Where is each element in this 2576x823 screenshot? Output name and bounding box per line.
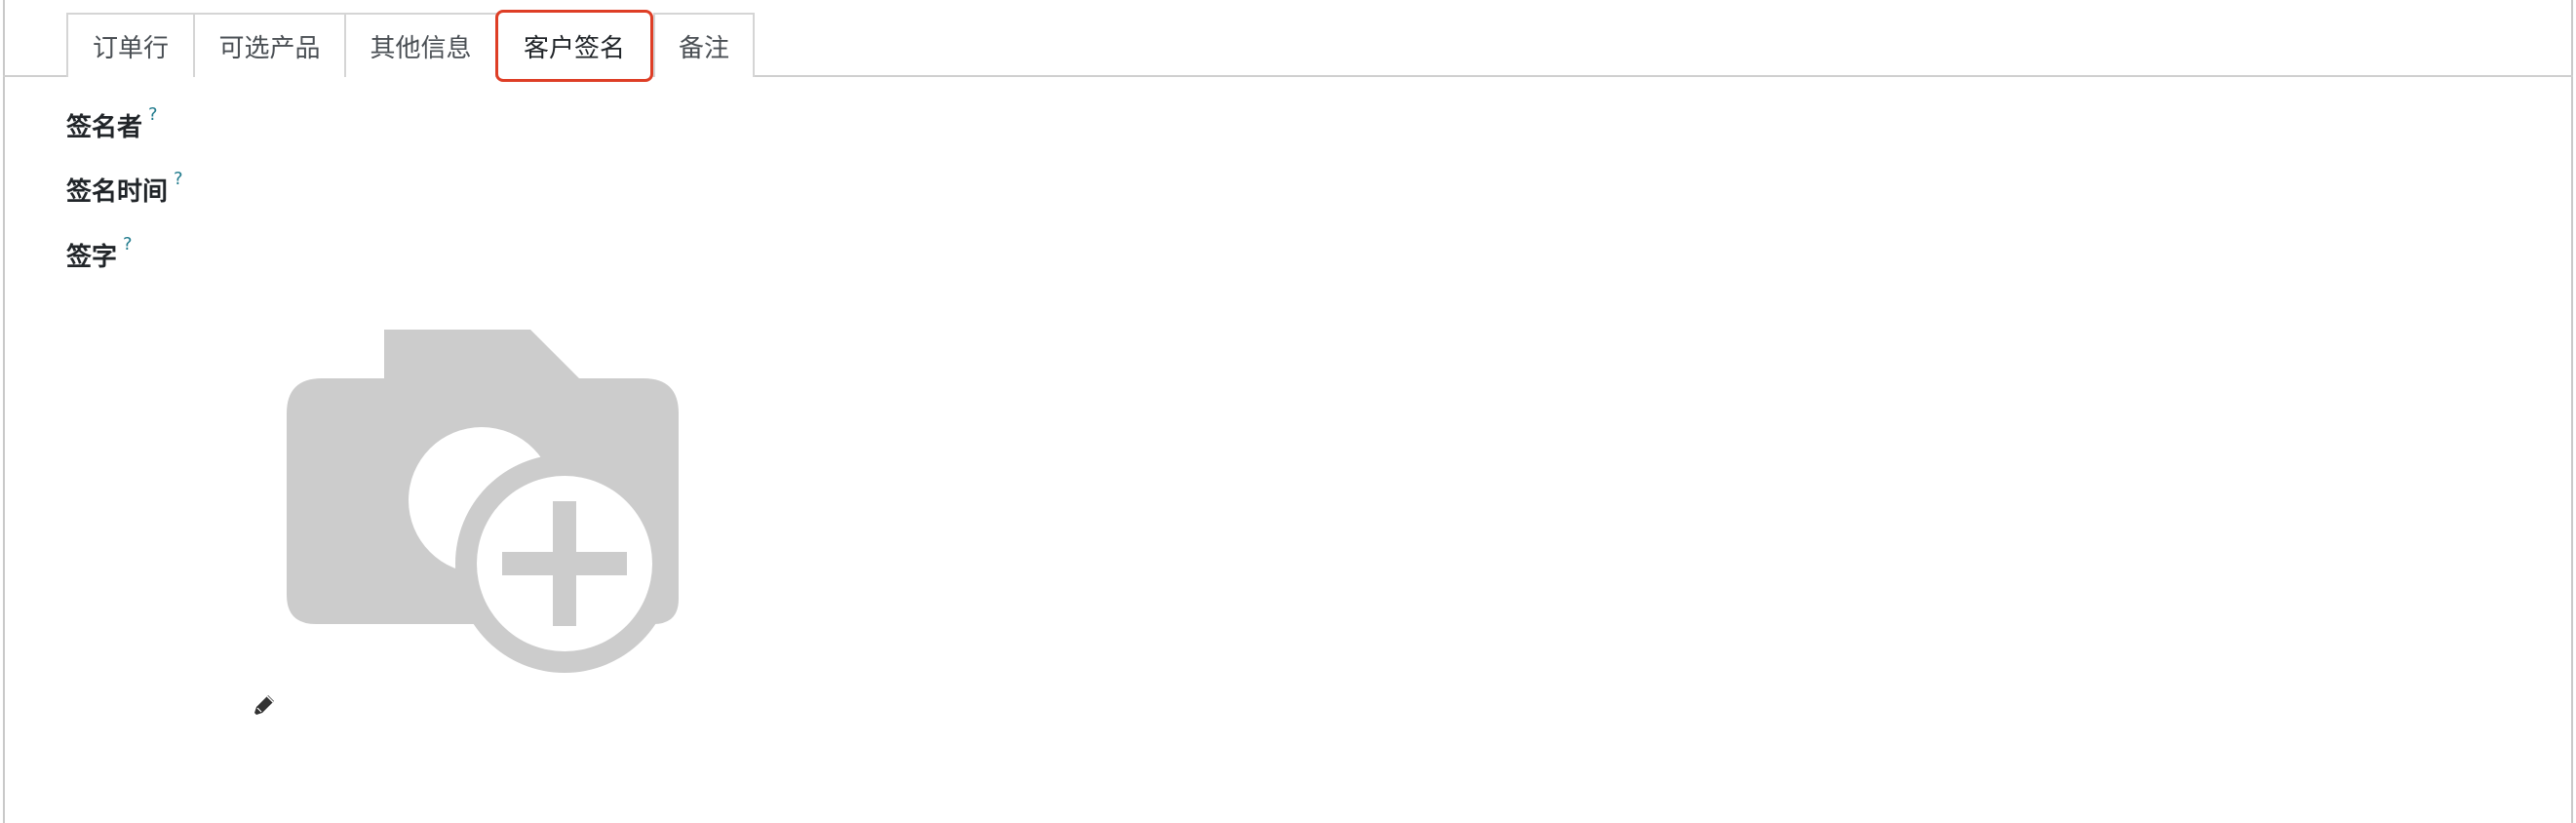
signature-text: 签字 bbox=[66, 243, 118, 272]
tab-order-lines[interactable]: 订单行 bbox=[66, 13, 195, 77]
tab-customer-signature[interactable]: 客户签名 bbox=[495, 10, 653, 82]
signed-by-text: 签名者 bbox=[66, 113, 143, 142]
tab-optional-products[interactable]: 可选产品 bbox=[193, 13, 346, 77]
sheet-left-border bbox=[3, 0, 5, 823]
signed-on-label: 签名时间? bbox=[66, 169, 183, 208]
signature-help-icon[interactable]: ? bbox=[123, 234, 133, 255]
camera-plus-icon bbox=[287, 330, 679, 673]
signed-on-help-icon[interactable]: ? bbox=[174, 169, 183, 189]
signature-image-placeholder[interactable] bbox=[287, 330, 679, 673]
notebook-tabs: 订单行 可选产品 其他信息 客户签名 备注 bbox=[66, 10, 755, 82]
signature-label: 签字? bbox=[66, 234, 133, 273]
signed-by-help-icon[interactable]: ? bbox=[148, 104, 158, 125]
sheet-right-border bbox=[2571, 0, 2573, 823]
tab-notes[interactable]: 备注 bbox=[653, 13, 755, 77]
signed-by-label: 签名者? bbox=[66, 104, 158, 143]
signed-on-text: 签名时间 bbox=[66, 177, 169, 207]
form-sheet: 订单行 可选产品 其他信息 客户签名 备注 签名者? 签名时间? 签字? bbox=[0, 0, 2576, 823]
tab-other-info[interactable]: 其他信息 bbox=[344, 13, 497, 77]
pencil-icon[interactable] bbox=[249, 691, 278, 721]
